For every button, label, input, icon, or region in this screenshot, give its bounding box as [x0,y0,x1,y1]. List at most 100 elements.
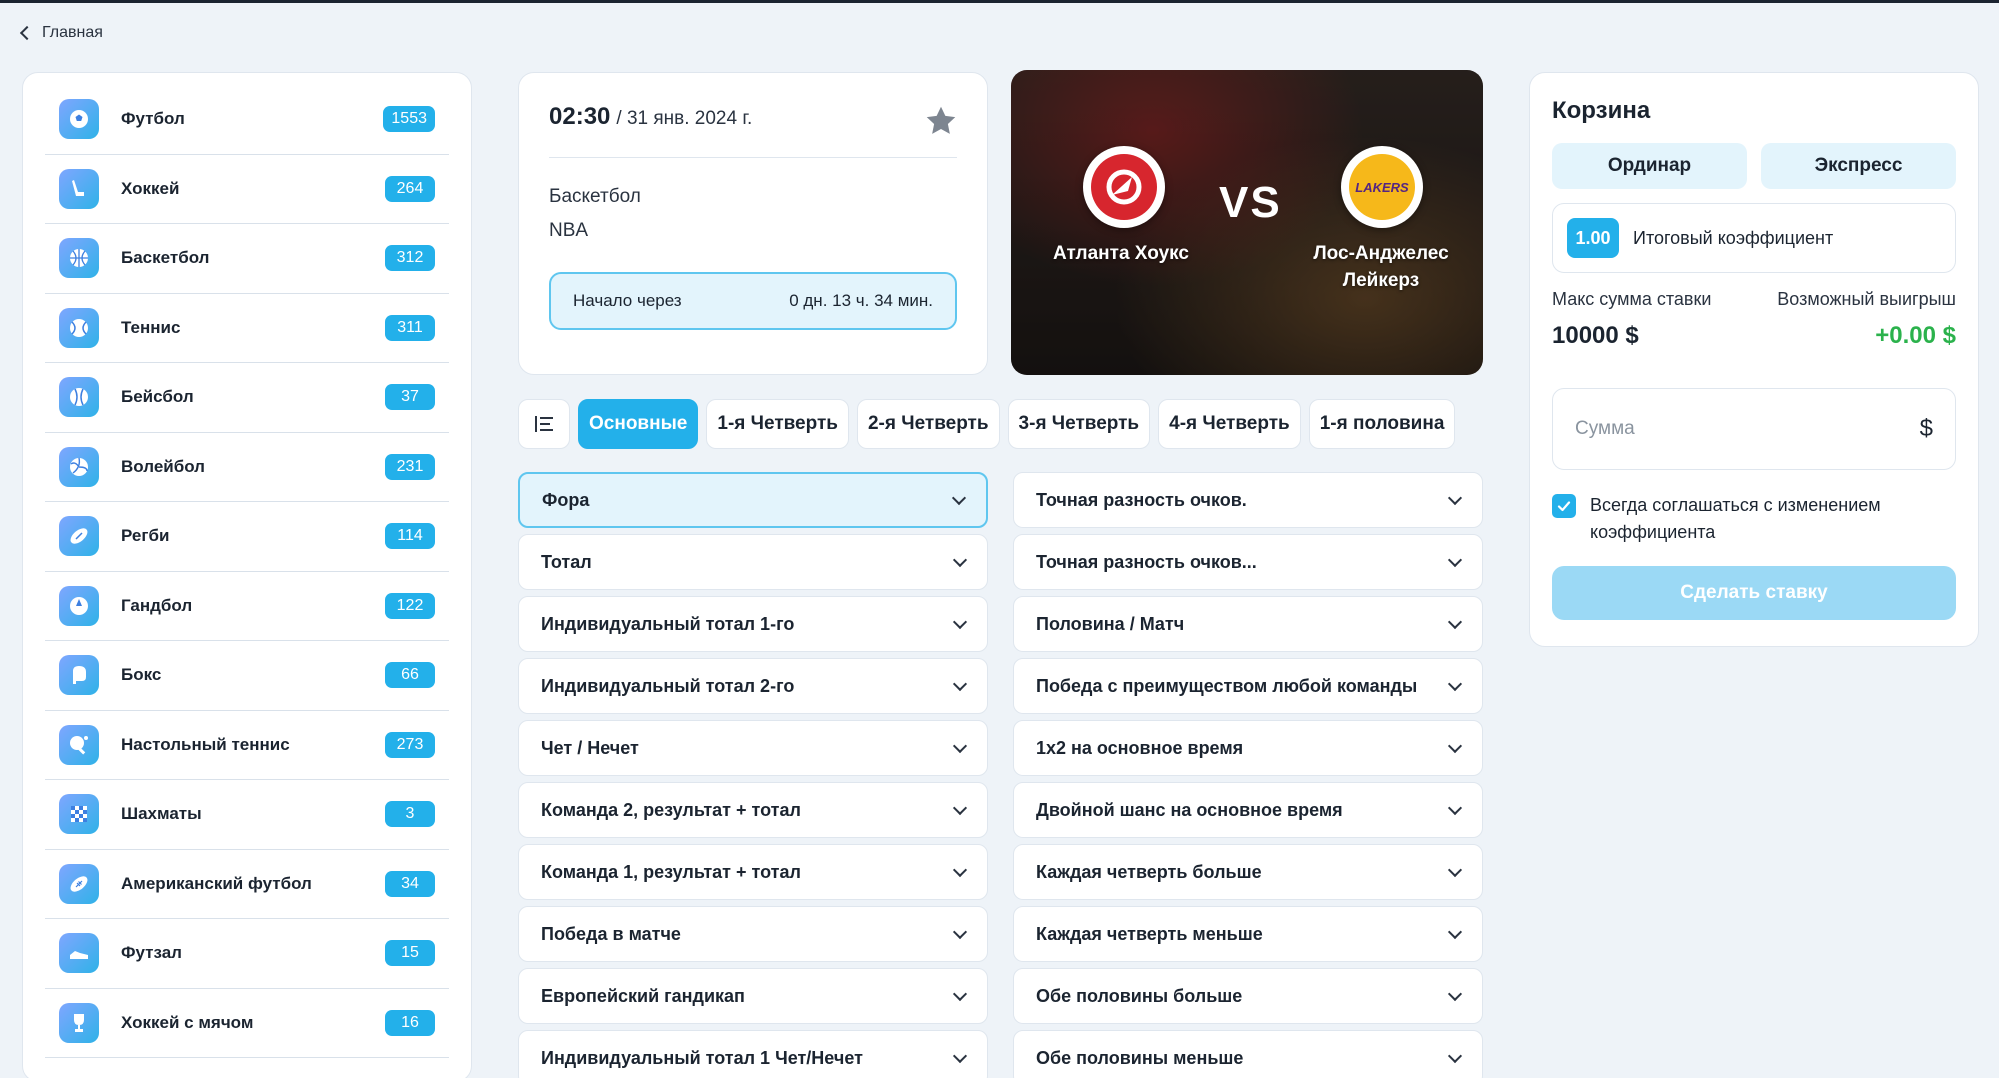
market-dropdown[interactable]: Команда 2, результат + тотал [518,782,988,838]
sidebar-item-sport[interactable]: Волейбол 231 [45,433,449,502]
sidebar-item-sport[interactable]: Баскетбол 312 [45,224,449,294]
sidebar-item-label: Бокс [121,665,162,685]
event-count-badge: 34 [385,870,435,897]
tab-period[interactable]: 4-я Четверть [1158,399,1301,449]
market-dropdown[interactable]: Индивидуальный тотал 1-го [518,596,988,652]
favorite-star-icon[interactable] [923,103,959,139]
table-tennis-icon [59,724,99,765]
market-label: Тотал [541,551,592,572]
tab-period[interactable]: 1-я половина [1308,399,1456,449]
away-team-logo: LAKERS [1341,146,1423,228]
tab-period[interactable]: Основные [578,399,699,449]
market-dropdown[interactable]: Двойной шанс на основное время [1013,782,1483,838]
sidebar-item-sport[interactable]: Американский футбол 34 [45,850,449,919]
baseball-icon [59,377,99,418]
max-stake-label: Макс сумма ставки [1552,289,1712,309]
market-dropdown[interactable]: 1х2 на основное время [1013,720,1483,776]
market-dropdown[interactable]: Индивидуальный тотал 1 Чет/Нечет [518,1030,988,1078]
accept-odds-change[interactable]: Всегда соглашаться с изменением коэффици… [1552,492,1956,546]
hockey-icon [59,168,99,209]
market-dropdown[interactable]: Команда 1, результат + тотал [518,844,988,900]
breadcrumb-home-link[interactable]: Главная [42,24,103,42]
market-label: Двойной шанс на основное время [1036,799,1343,820]
market-dropdown[interactable]: Точная разность очков. [1013,472,1483,528]
amount-field[interactable]: $ [1552,388,1956,470]
sidebar-item-label: Футбол [121,109,185,129]
lakers-logo-icon: LAKERS [1349,154,1415,220]
market-dropdown[interactable]: Победа в матче [518,906,988,962]
volleyball-icon [59,446,99,487]
sidebar-item-label: Настольный теннис [121,734,290,754]
divider [549,157,957,158]
chevron-down-icon [952,676,968,691]
sidebar-item-sport[interactable]: Футбол 1553 [45,85,449,155]
event-count-badge: 312 [385,245,435,272]
sidebar-item-sport[interactable]: Хоккей 264 [45,155,449,224]
chevron-down-icon [952,986,968,1001]
sidebar-item-sport[interactable]: Футзал 15 [45,919,449,989]
match-date: / 31 янв. 2024 г. [616,108,753,129]
sidebar-item-sport[interactable]: Бокс 66 [45,641,449,711]
single-bet-button[interactable]: Ординар [1552,143,1747,189]
express-bet-button[interactable]: Экспресс [1761,143,1956,189]
sidebar-item-sport[interactable]: Регби 114 [45,502,449,572]
market-label: Обе половины больше [1036,985,1243,1006]
market-dropdown[interactable]: Обе половины больше [1013,968,1483,1024]
market-dropdown[interactable]: Индивидуальный тотал 2-го [518,658,988,714]
chevron-down-icon [952,924,968,939]
chevron-down-icon [1447,490,1463,505]
accept-odds-checkbox[interactable] [1552,494,1576,518]
sidebar-item-sport[interactable]: Бейсбол 37 [45,363,449,433]
countdown-value: 0 дн. 13 ч. 34 мин. [789,291,933,310]
sidebar-item-label: Волейбол [121,456,205,476]
market-label: Команда 2, результат + тотал [541,799,801,820]
tab-period[interactable]: 2-я Четверть [856,399,1000,449]
sort-list-button[interactable] [518,399,570,449]
chevron-down-icon [952,1048,968,1063]
place-bet-button[interactable]: Сделать ставку [1552,566,1956,620]
market-label: Фора [542,489,590,510]
market-dropdown[interactable]: Половина / Матч [1013,596,1483,652]
market-dropdown[interactable]: Победа с преимуществом любой команды [1013,658,1483,714]
sidebar-item-sport[interactable]: Теннис 311 [45,294,449,363]
market-label: Половина / Матч [1036,613,1185,634]
tab-period[interactable]: 1-я Четверть [706,399,849,449]
sidebar-item-label: Гандбол [121,595,193,615]
event-count-badge: 273 [385,731,435,758]
boxing-glove-icon [59,655,99,696]
amount-input[interactable] [1575,418,1875,440]
market-dropdown[interactable]: Точная разность очков... [1013,534,1483,590]
market-label: Каждая четверть меньше [1036,923,1263,944]
market-dropdown[interactable]: Каждая четверть меньше [1013,906,1483,962]
sidebar-item-sport[interactable]: Настольный теннис 273 [45,711,449,780]
rugby-ball-icon [59,516,99,557]
market-dropdown[interactable]: Каждая четверть больше [1013,844,1483,900]
countdown-label: Начало через [573,291,682,310]
tab-period[interactable]: 3-я Четверть [1007,399,1151,449]
market-dropdown[interactable]: Чет / Нечет [518,720,988,776]
sidebar-item-label: Баскетбол [121,248,210,268]
breadcrumb[interactable]: Главная [19,24,103,42]
sidebar-item-sport[interactable]: Хоккей с мячом 16 [45,989,449,1058]
sidebar-item-sport[interactable]: Гандбол 122 [45,572,449,641]
event-count-badge: 37 [385,384,435,411]
market-dropdown[interactable]: Фора [518,472,988,528]
sidebar-item-label: Американский футбол [121,873,312,893]
market-dropdown[interactable]: Европейский гандикап [518,968,988,1024]
chevron-down-icon [1447,1048,1463,1063]
match-datetime: 02:30 / 31 янв. 2024 г. [549,103,957,131]
chevron-down-icon [1447,800,1463,815]
market-dropdown[interactable]: Тотал [518,534,988,590]
home-team-name: Атланта Хоукс [1053,243,1189,264]
chevron-down-icon [952,738,968,753]
away-team-name-line1: Лос-Анджелес [1313,243,1449,264]
chess-board-icon [59,794,99,835]
handball-icon [59,585,99,626]
market-dropdown[interactable]: Обе половины меньше [1013,1030,1483,1078]
market-label: Точная разность очков. [1036,489,1247,510]
market-label: Победа с преимуществом любой команды [1036,675,1418,696]
chevron-down-icon [1447,676,1463,691]
sidebar-item-sport[interactable]: Шахматы 3 [45,780,449,850]
cart-title: Корзина [1552,97,1651,124]
bet-cart: Корзина Ординар Экспресс 1.00 Итоговый к… [1529,72,1979,647]
